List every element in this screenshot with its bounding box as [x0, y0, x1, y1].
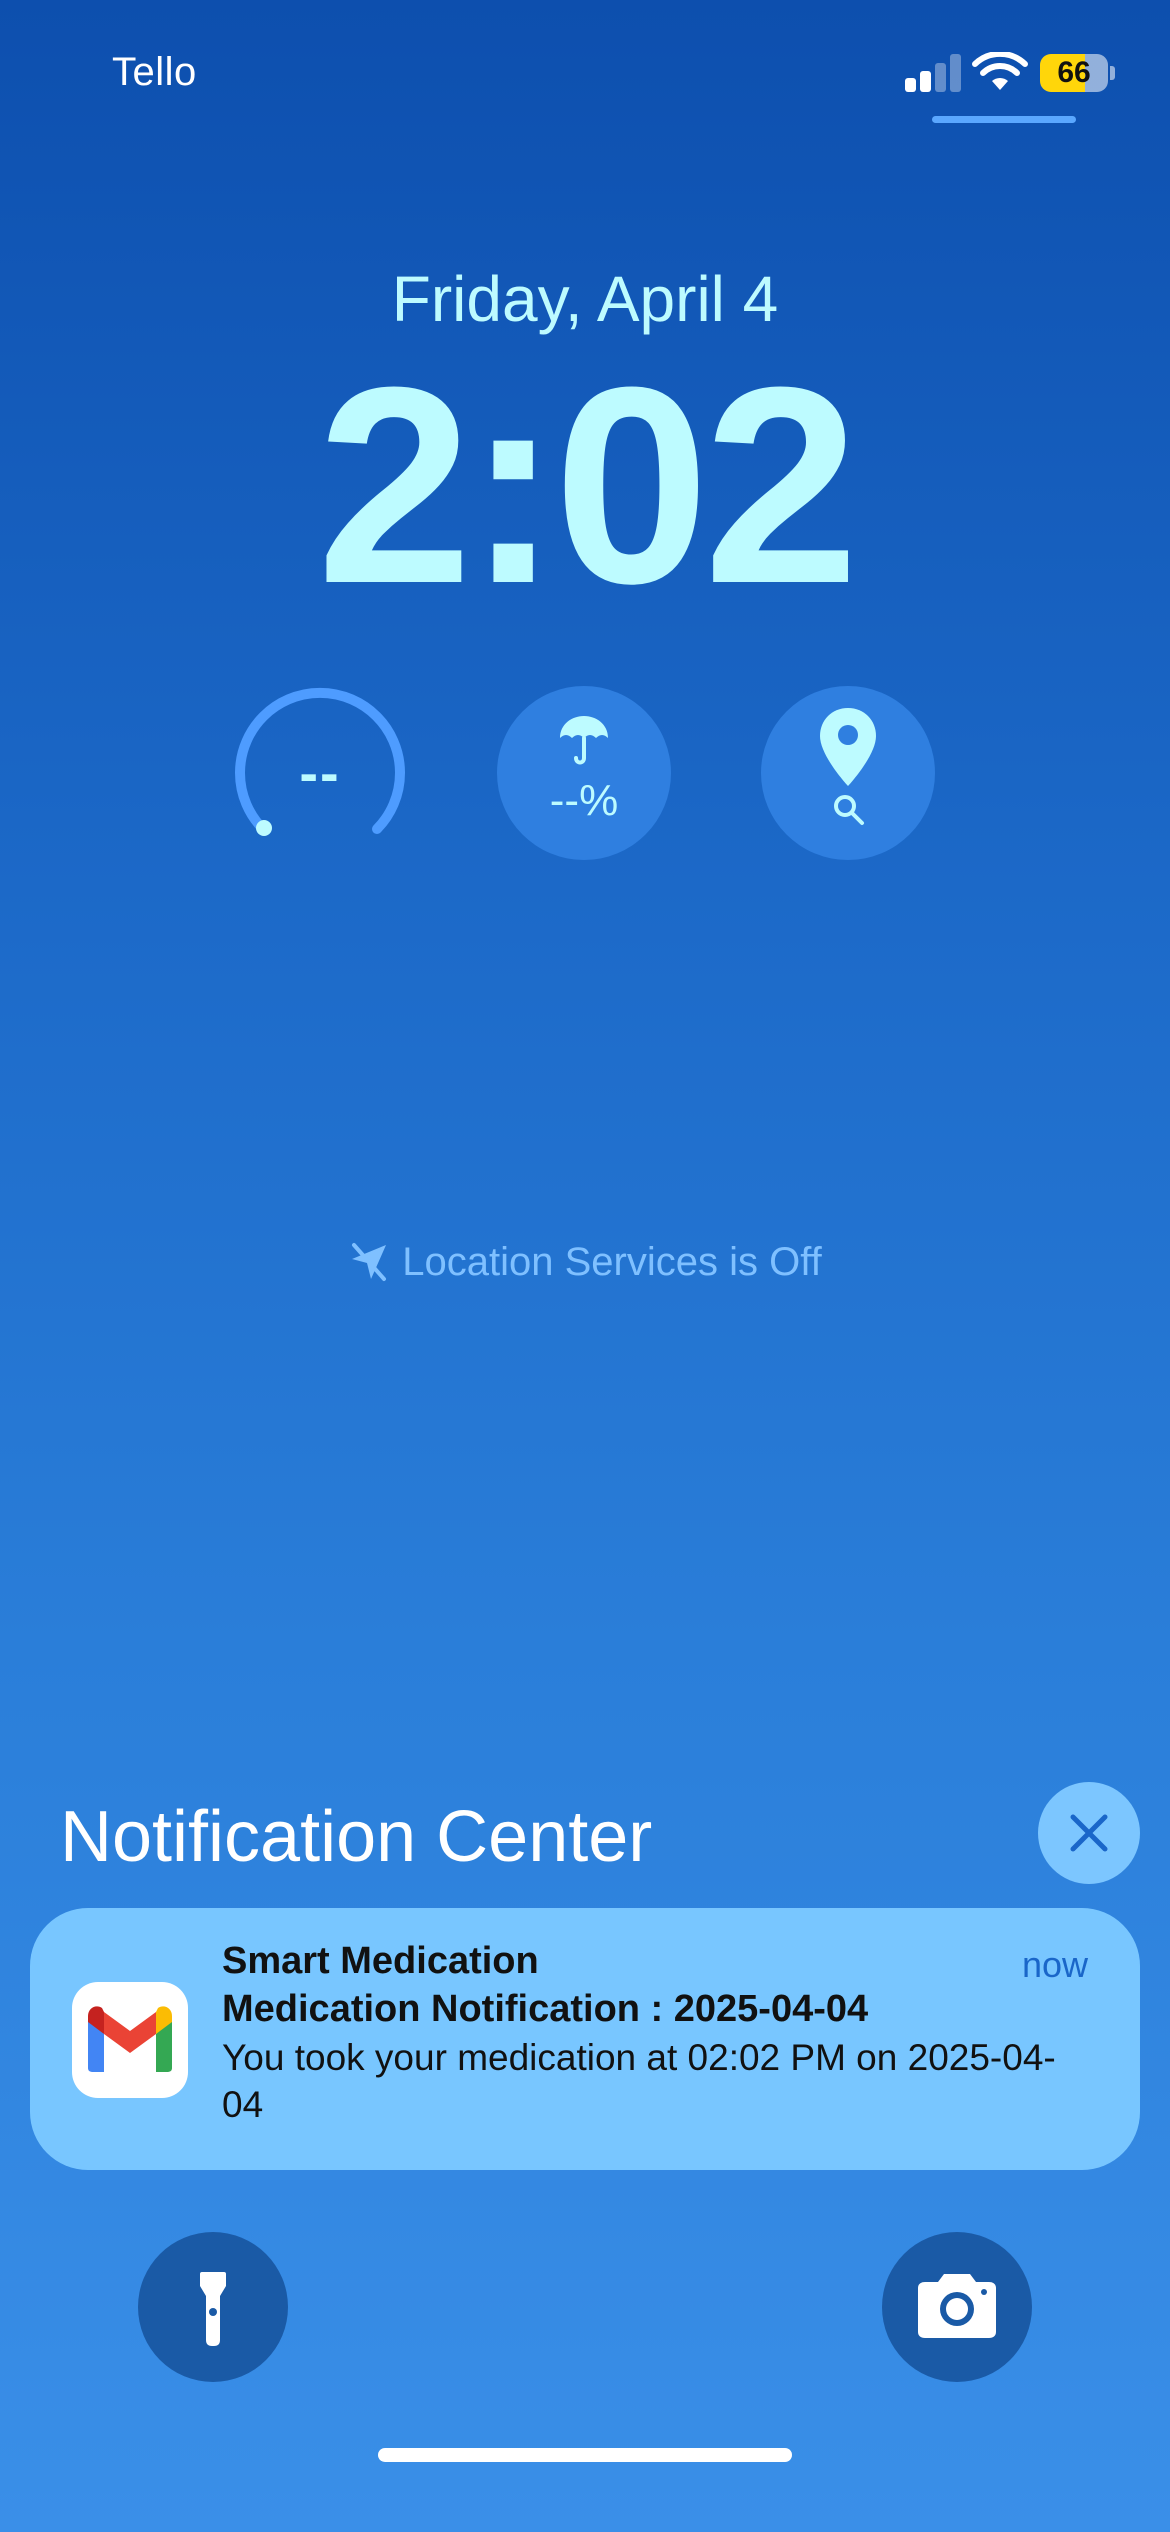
gmail-app-icon: [72, 1982, 188, 2098]
location-widget[interactable]: [761, 686, 935, 860]
umbrella-icon: [560, 716, 608, 765]
wifi-icon: [972, 52, 1028, 90]
rain-chance-value: --%: [549, 776, 619, 825]
flashlight-icon: [200, 2272, 226, 2346]
location-services-text: Location Services is Off: [402, 1240, 822, 1284]
gmail-icon: [88, 2006, 172, 2072]
notification-app-name: Smart Medication: [222, 1940, 539, 1982]
camera-icon: [918, 2274, 996, 2338]
flashlight-button[interactable]: [138, 2232, 288, 2382]
notification-body: You took your medication at 02:02 PM on …: [222, 2037, 1056, 2125]
carrier-label: Tello: [112, 50, 197, 94]
notification-center-title: Notification Center: [60, 1797, 653, 1877]
close-icon: [1070, 1814, 1108, 1852]
lock-screen-date: Friday, April 4: [391, 263, 779, 335]
location-services-notice: Location Services is Off: [0, 1240, 1170, 1285]
gauge-widget[interactable]: --: [233, 686, 407, 860]
rain-widget[interactable]: --%: [497, 686, 671, 860]
camera-button[interactable]: [882, 2232, 1032, 2382]
gauge-value: --: [299, 741, 341, 804]
magnifying-glass-icon: [834, 795, 864, 825]
battery-nub: [1110, 66, 1115, 80]
notification-title: Medication Notification : 2025-04-04: [222, 1988, 869, 2030]
lock-screen-time: 2:02: [316, 330, 859, 642]
cellular-signal-icon: [905, 54, 961, 92]
location-off-icon: [352, 1243, 387, 1281]
notification-card[interactable]: Smart Medication now Medication Notifica…: [30, 1908, 1140, 2170]
home-indicator[interactable]: [378, 2448, 792, 2462]
notification-timestamp: now: [1021, 1944, 1088, 1985]
clear-notifications-button[interactable]: [1038, 1782, 1140, 1884]
status-bar-underline: [932, 116, 1076, 123]
map-pin-icon: [820, 708, 876, 786]
battery-indicator: 66: [1040, 54, 1108, 92]
